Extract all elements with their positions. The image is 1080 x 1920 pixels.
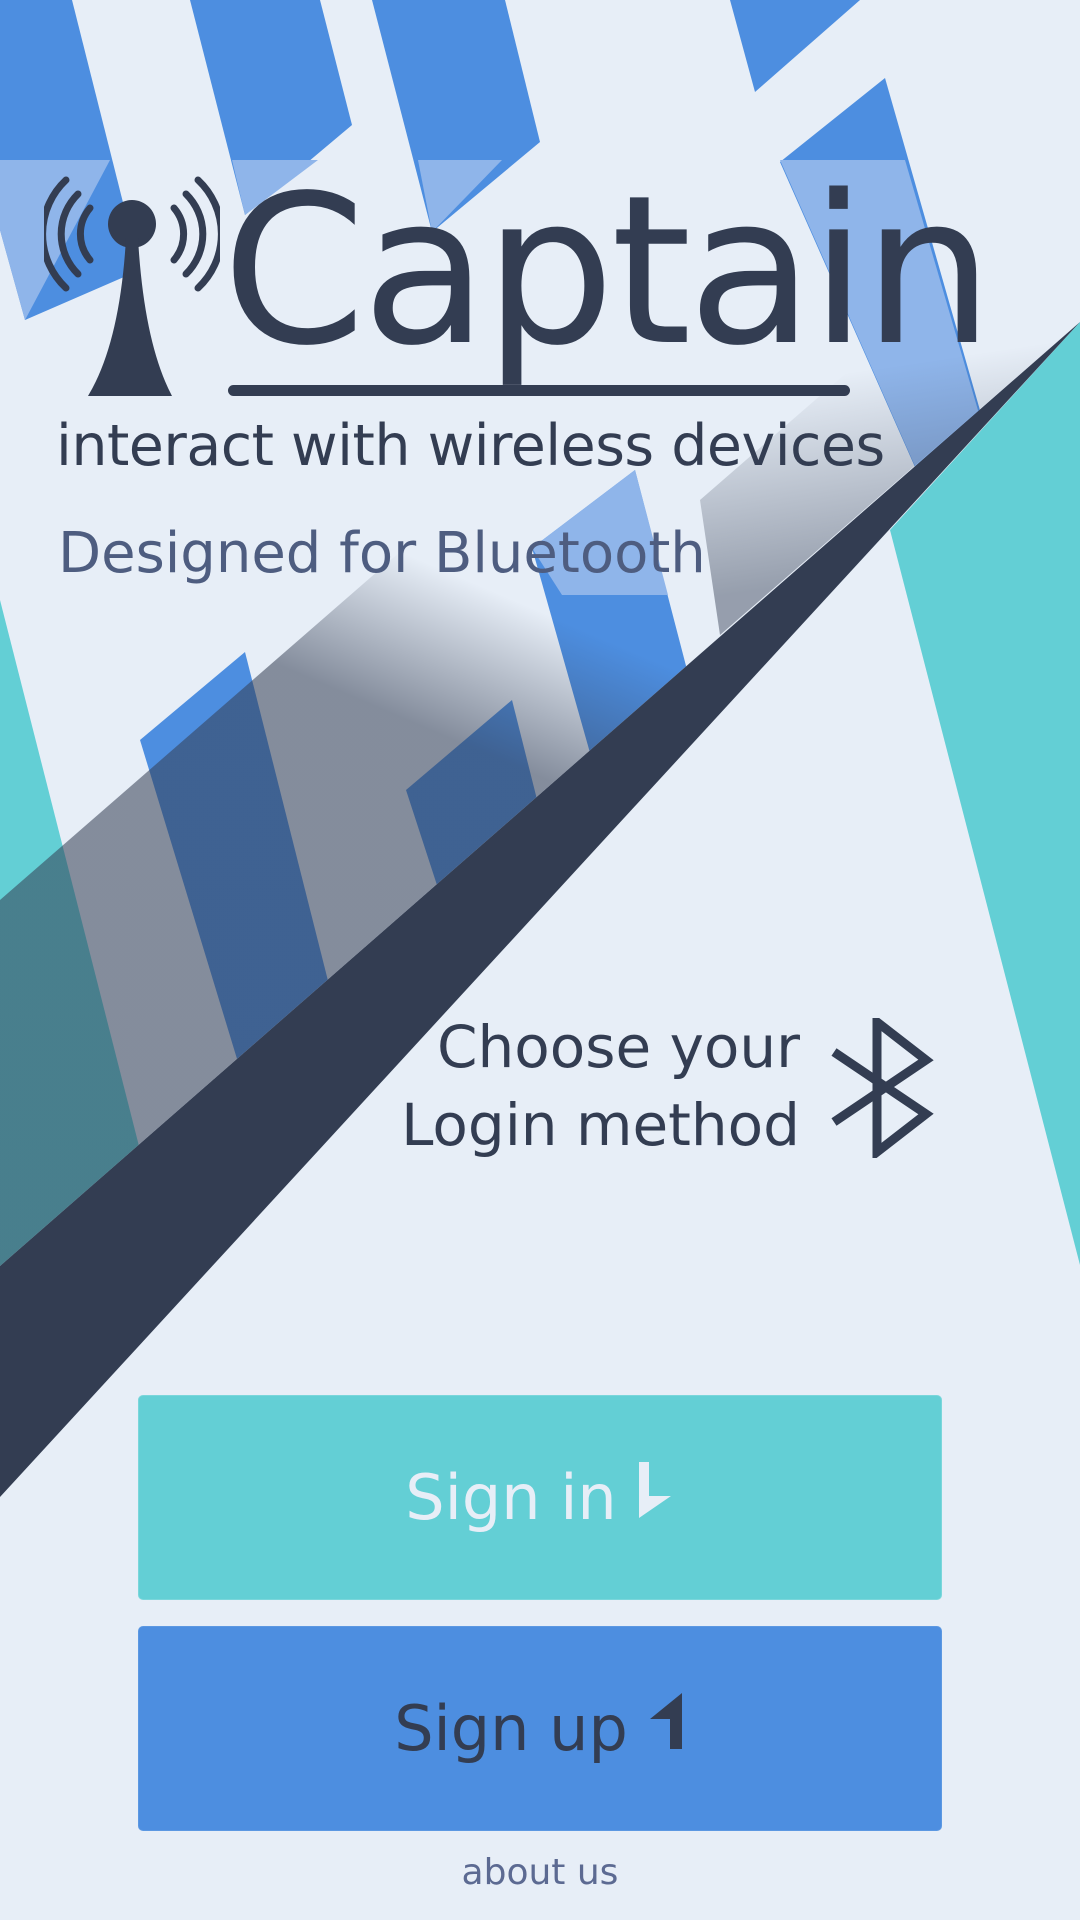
login-prompt-line1: Choose your [437,1013,800,1081]
login-method-prompt: Choose your Login method [401,1008,800,1164]
sign-in-button[interactable]: Sign in [138,1395,942,1600]
login-prompt-line2: Login method [401,1091,800,1159]
sign-up-button[interactable]: Sign up [138,1626,942,1831]
sign-in-label: Sign in [405,1461,617,1534]
app-subtitle: Designed for Bluetooth [58,521,706,586]
title-underline [228,385,850,396]
sign-up-arrow-icon [646,1691,686,1766]
sign-up-label: Sign up [394,1692,628,1765]
bluetooth-icon [826,1012,936,1162]
antenna-logo [39,168,225,400]
antenna-icon [39,176,225,396]
stripe-4 [730,0,860,92]
about-us-link[interactable]: about us [0,1852,1080,1893]
app-tagline: interact with wireless devices [56,413,885,479]
sign-in-arrow-icon [635,1460,675,1535]
app-title: Captain [222,151,994,391]
